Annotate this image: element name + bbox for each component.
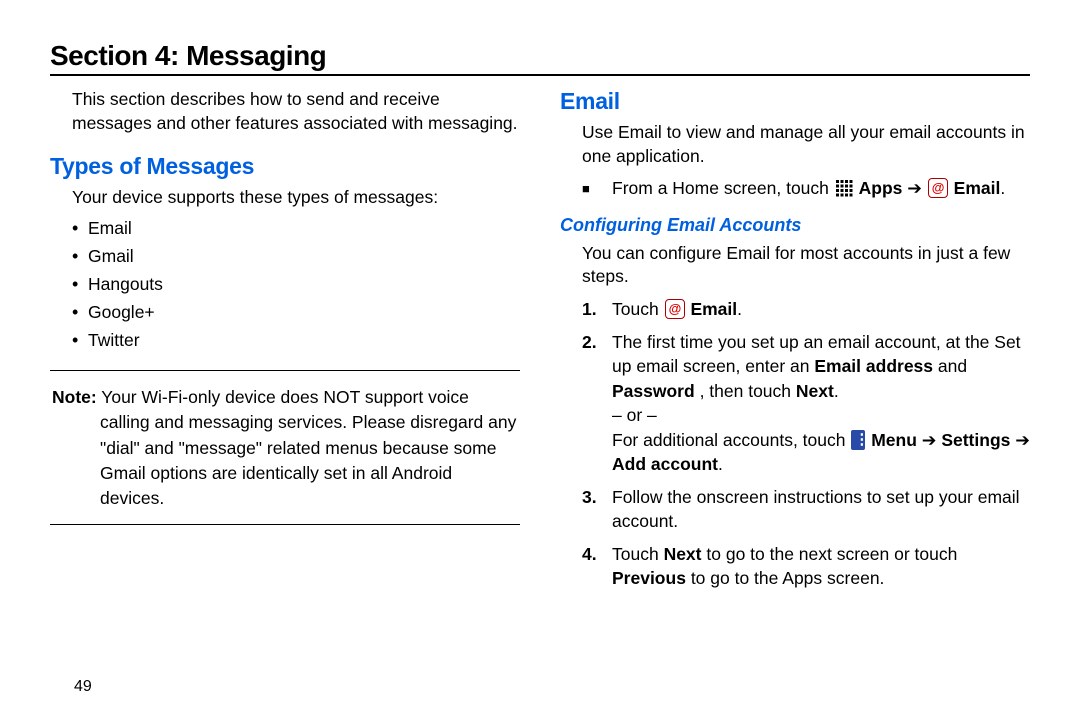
arrow-icon: ➔ [1015,430,1030,450]
note-label: Note: [52,387,97,407]
note-bottom-rule [50,524,520,525]
step-3: 3. Follow the onscreen instructions to s… [582,485,1030,534]
text: For additional accounts, touch [612,430,850,450]
step-text: From a Home screen, touch Apps ➔ Email. [612,176,1030,201]
list-item: Email [72,214,520,242]
step-4: 4. Touch Next to go to the next screen o… [582,542,1030,591]
heading-types-of-messages: Types of Messages [50,153,520,180]
step-2: 2. The first time you set up an email ac… [582,330,1030,477]
step-number: 1. [582,297,612,322]
title-rule [50,74,1030,76]
list-item: Twitter [72,326,520,354]
square-bullet-icon: ■ [582,176,612,201]
intro-text: This section describes how to send and r… [72,88,520,135]
list-item: Google+ [72,298,520,326]
email-icon [665,299,685,319]
arrow-icon: ➔ [907,178,927,198]
step-text: Touch Email. [612,297,1030,322]
or-text: – or – [612,403,1030,428]
email-address-label: Email address [814,356,933,376]
text: From a Home screen, touch [612,178,834,198]
step-1: 1. Touch Email. [582,297,1030,322]
step-number: 3. [582,485,612,534]
email-label: Email [954,178,1001,198]
text: , then touch [700,381,796,401]
step-text: Follow the onscreen instructions to set … [612,485,1030,534]
manual-page: Section 4: Messaging This section descri… [0,0,1080,720]
menu-label: Menu [871,430,917,450]
period: . [834,381,839,401]
text: to go to the next screen or touch [706,544,957,564]
note-block: Note: Your Wi-Fi-only device does NOT su… [50,377,520,518]
email-icon [928,178,948,198]
apps-label: Apps [859,178,903,198]
step-number: 4. [582,542,612,591]
heading-email: Email [560,88,1030,115]
email-label: Email [690,299,737,319]
arrow-icon: ➔ [922,430,942,450]
menu-icon [851,430,865,450]
apps-grid-icon [835,179,853,197]
add-account-label: Add account [612,454,718,474]
heading-configuring-email: Configuring Email Accounts [560,215,1030,236]
step-text: The first time you set up an email accou… [612,330,1030,477]
text: Touch [612,299,664,319]
text: Touch [612,544,664,564]
step-text: Touch Next to go to the next screen or t… [612,542,1030,591]
home-screen-step: ■ From a Home screen, touch Apps ➔ [582,176,1030,201]
period: . [1000,178,1005,198]
note-top-rule [50,370,520,371]
text: to go to the Apps screen. [691,568,885,588]
step-number: 2. [582,330,612,477]
message-types-list: Email Gmail Hangouts Google+ Twitter [72,214,520,354]
password-label: Password [612,381,695,401]
two-column-layout: This section describes how to send and r… [50,88,1030,599]
text: and [938,356,967,376]
previous-label: Previous [612,568,686,588]
right-column: Email Use Email to view and manage all y… [560,88,1030,599]
page-number: 49 [74,678,92,696]
settings-label: Settings [941,430,1010,450]
email-intro: Use Email to view and manage all your em… [582,121,1030,168]
left-column: This section describes how to send and r… [50,88,520,599]
list-item: Gmail [72,242,520,270]
next-label: Next [796,381,834,401]
section-title: Section 4: Messaging [50,40,1030,72]
next-label: Next [664,544,702,564]
period: . [737,299,742,319]
period: . [718,454,723,474]
config-intro: You can configure Email for most account… [582,242,1030,289]
note-body: Your Wi-Fi-only device does NOT support … [100,387,516,509]
supports-text: Your device supports these types of mess… [72,186,520,210]
list-item: Hangouts [72,270,520,298]
